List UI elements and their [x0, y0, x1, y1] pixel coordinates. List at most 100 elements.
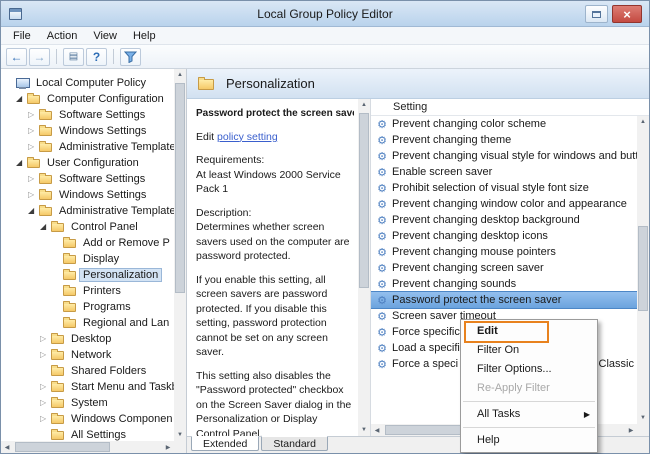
tree-item-shared-folders[interactable]: Shared Folders [1, 363, 174, 379]
system-menu-icon[interactable] [9, 8, 22, 20]
chevron-expanded-icon[interactable] [16, 159, 27, 167]
menu-file[interactable]: File [5, 28, 39, 44]
scroll-right-icon[interactable] [625, 424, 637, 436]
setting-row[interactable]: Prevent changing window color and appear… [371, 196, 637, 212]
setting-row[interactable]: Prevent changing color scheme [371, 116, 637, 132]
setting-row[interactable]: Enable screen saver [371, 164, 637, 180]
close-button[interactable]: × [612, 5, 642, 23]
setting-row-selected[interactable]: Password protect the screen saver [371, 291, 637, 309]
scroll-left-icon[interactable] [371, 424, 383, 436]
folder-icon [27, 157, 40, 168]
chevron-expanded-icon[interactable] [40, 223, 51, 231]
requirements-text: At least Windows 2000 Service Pack 1 [196, 168, 341, 196]
forward-arrow-icon: → [33, 49, 46, 64]
tree-item-software-settings-computer[interactable]: Software Settings [1, 107, 174, 123]
tree-item-windows-components[interactable]: Windows Componen [1, 411, 174, 427]
setting-row[interactable]: Prevent changing visual style for window… [371, 148, 637, 164]
tree-item-network[interactable]: Network [1, 347, 174, 363]
menu-view[interactable]: View [85, 28, 125, 44]
chevron-collapsed-icon[interactable] [40, 383, 51, 391]
tab-standard[interactable]: Standard [261, 436, 328, 451]
help-button[interactable]: ? [86, 47, 107, 66]
tree-item-desktop[interactable]: Desktop [1, 331, 174, 347]
scroll-left-icon[interactable] [1, 441, 13, 453]
chevron-collapsed-icon[interactable] [40, 399, 51, 407]
setting-row[interactable]: Prevent changing desktop icons [371, 228, 637, 244]
tree-item-printers[interactable]: Printers [1, 283, 174, 299]
tree-item-regional-and-language[interactable]: Regional and Lan [1, 315, 174, 331]
menu-separator [463, 401, 595, 402]
scroll-right-icon[interactable] [162, 441, 174, 453]
menu-help[interactable]: Help [125, 28, 164, 44]
tree-vertical-scrollbar[interactable] [174, 69, 186, 441]
chevron-collapsed-icon[interactable] [40, 415, 51, 423]
tree-item-system[interactable]: System [1, 395, 174, 411]
scroll-up-icon[interactable] [174, 69, 186, 81]
scroll-thumb[interactable] [359, 113, 369, 288]
list-vertical-scrollbar[interactable] [637, 116, 649, 424]
tree-item-windows-settings-computer[interactable]: Windows Settings [1, 123, 174, 139]
tree-item-software-settings-user[interactable]: Software Settings [1, 171, 174, 187]
scroll-down-icon[interactable] [174, 429, 186, 441]
tree-item-start-menu-and-taskbar[interactable]: Start Menu and Taskb [1, 379, 174, 395]
chevron-collapsed-icon[interactable] [28, 127, 39, 135]
back-button[interactable]: ← [6, 47, 27, 66]
scroll-up-icon[interactable] [637, 116, 649, 128]
menu-action[interactable]: Action [39, 28, 86, 44]
description-label: Description: [196, 206, 252, 219]
chevron-collapsed-icon[interactable] [40, 351, 51, 359]
chevron-collapsed-icon[interactable] [40, 335, 51, 343]
tree-rows: Local Computer Policy Computer Configura… [1, 69, 174, 441]
console-tree-button[interactable]: ▤ [63, 47, 84, 66]
edit-prefix: Edit [196, 130, 215, 143]
context-menu-item-filter-options[interactable]: Filter Options... [461, 360, 597, 379]
folder-icon [63, 253, 76, 264]
tree-item-windows-settings-user[interactable]: Windows Settings [1, 187, 174, 203]
title-bar[interactable]: Local Group Policy Editor × [1, 1, 649, 27]
setting-row[interactable]: Prevent changing desktop background [371, 212, 637, 228]
setting-row[interactable]: Prevent changing theme [371, 132, 637, 148]
folder-icon [39, 109, 52, 120]
tree-item-add-or-remove-programs[interactable]: Add or Remove P [1, 235, 174, 251]
chevron-collapsed-icon[interactable] [28, 191, 39, 199]
scroll-thumb[interactable] [175, 83, 185, 293]
context-menu-item-edit[interactable]: Edit [461, 322, 597, 341]
tree-item-administrative-templates-computer[interactable]: Administrative Template [1, 139, 174, 155]
context-menu-item-all-tasks[interactable]: All Tasks ▶ [461, 405, 597, 424]
setting-row[interactable]: Prevent changing mouse pointers [371, 244, 637, 260]
chevron-collapsed-icon[interactable] [28, 175, 39, 183]
tree-item-programs[interactable]: Programs [1, 299, 174, 315]
context-menu-item-filter-on[interactable]: Filter On [461, 341, 597, 360]
tree-item-user-configuration[interactable]: User Configuration [1, 155, 174, 171]
context-menu-item-help[interactable]: Help [461, 431, 597, 450]
edit-policy-setting-link[interactable]: policy setting [217, 131, 278, 143]
tree-item-personalization[interactable]: Personalization [1, 267, 174, 283]
scroll-thumb[interactable] [638, 226, 648, 311]
tree-item-control-panel[interactable]: Control Panel [1, 219, 174, 235]
tree-item-display[interactable]: Display [1, 251, 174, 267]
forward-button[interactable]: → [29, 47, 50, 66]
tab-extended[interactable]: Extended [191, 436, 260, 451]
chevron-expanded-icon[interactable] [16, 95, 27, 103]
chevron-collapsed-icon[interactable] [28, 111, 39, 119]
settings-column-header[interactable]: Setting [371, 99, 649, 116]
setting-row[interactable]: Prohibit selection of visual style font … [371, 180, 637, 196]
scroll-up-icon[interactable] [358, 99, 370, 111]
tree-item-administrative-templates-user[interactable]: Administrative Template [1, 203, 174, 219]
setting-row[interactable]: Prevent changing screen saver [371, 260, 637, 276]
scroll-down-icon[interactable] [637, 412, 649, 424]
tree-item-local-computer-policy[interactable]: Local Computer Policy [1, 75, 174, 91]
tree-horizontal-scrollbar[interactable] [1, 441, 174, 453]
chevron-expanded-icon[interactable] [28, 207, 39, 215]
toolbar: ← → ▤ ? [1, 45, 649, 69]
maximize-button[interactable] [585, 5, 608, 23]
tree-item-all-settings[interactable]: All Settings [1, 427, 174, 441]
edit-policy-setting-line: Edit policy setting [196, 130, 354, 144]
setting-row[interactable]: Prevent changing sounds [371, 276, 637, 292]
scroll-down-icon[interactable] [358, 424, 370, 436]
filter-button[interactable] [120, 47, 141, 66]
scroll-thumb[interactable] [15, 442, 110, 452]
description-vertical-scrollbar[interactable] [358, 99, 370, 436]
chevron-collapsed-icon[interactable] [28, 143, 39, 151]
tree-item-computer-configuration[interactable]: Computer Configuration [1, 91, 174, 107]
